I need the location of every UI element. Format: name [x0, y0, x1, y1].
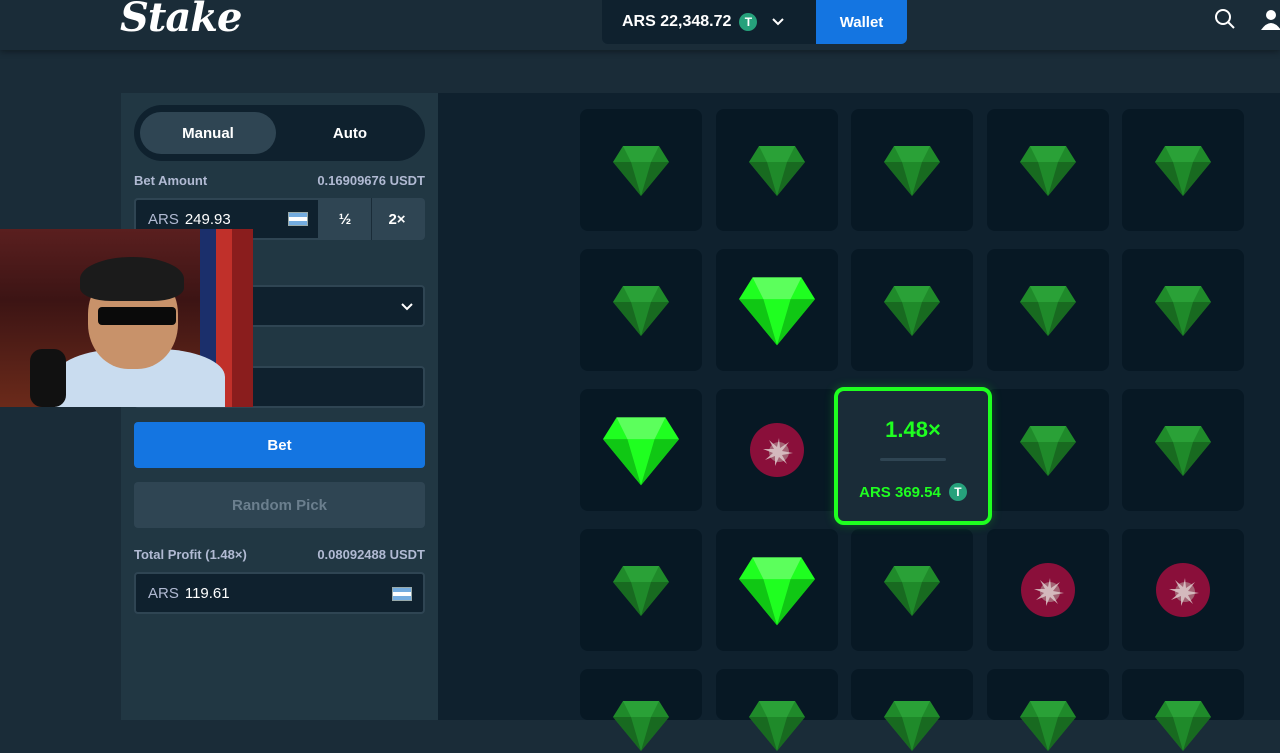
tab-auto[interactable]: Auto	[282, 112, 418, 154]
gem-icon	[613, 566, 669, 616]
bet-amount-usdt: 0.16909676 USDT	[317, 173, 425, 188]
gem-icon	[613, 146, 669, 196]
gem-icon	[613, 286, 669, 336]
mine-tile[interactable]	[851, 669, 973, 751]
gem-icon	[1155, 426, 1211, 476]
gem-icon	[749, 701, 805, 751]
win-multiplier: 1.48×	[885, 417, 941, 442]
mine-tile[interactable]	[851, 249, 973, 371]
wallet-button[interactable]: Wallet	[816, 0, 907, 44]
gem-icon	[1020, 701, 1076, 751]
tab-manual[interactable]: Manual	[140, 112, 276, 154]
win-divider	[880, 458, 946, 461]
double-bet-button[interactable]: 2×	[371, 198, 422, 240]
mine-tile[interactable]	[716, 529, 838, 651]
mine-tile[interactable]	[987, 109, 1109, 231]
webcam-hair	[80, 257, 184, 301]
profit-value: 119.61	[184, 584, 230, 602]
mine-tile[interactable]	[580, 389, 702, 511]
profit-currency: ARS	[148, 584, 179, 602]
mine-tile[interactable]	[716, 669, 838, 751]
balance-selector[interactable]: ARS 22,348.72 T	[602, 0, 816, 44]
mine-tile[interactable]	[716, 389, 838, 511]
mine-tile[interactable]	[716, 109, 838, 231]
balance-amount: ARS 22,348.72	[622, 13, 732, 30]
gem-revealed-icon	[739, 557, 815, 626]
mine-tile[interactable]	[987, 249, 1109, 371]
gem-icon	[613, 701, 669, 751]
stake-logo[interactable]: Stake	[120, 0, 242, 41]
mine-tile[interactable]	[716, 249, 838, 371]
bet-currency: ARS	[148, 210, 179, 228]
mine-tile[interactable]	[1122, 249, 1244, 371]
gem-icon	[1020, 286, 1076, 336]
win-popup: 1.48× ARS 369.54 T	[834, 387, 992, 525]
mine-tile[interactable]	[851, 109, 973, 231]
argentina-flag-icon	[392, 587, 412, 601]
mine-tile[interactable]	[987, 669, 1109, 751]
mine-tile[interactable]	[851, 529, 973, 651]
chevron-down-icon	[772, 18, 785, 26]
mine-explosion-icon	[1021, 563, 1075, 617]
bet-amount-label: Bet Amount	[134, 173, 208, 188]
mode-tabs: Manual Auto	[134, 105, 425, 161]
bet-amount-value: 249.93	[184, 210, 231, 228]
total-profit-field: ARS 119.61	[134, 572, 425, 614]
mine-tile[interactable]	[580, 529, 702, 651]
mine-tile[interactable]	[580, 669, 702, 751]
gem-revealed-icon	[603, 417, 679, 486]
webcam-sunglasses	[98, 307, 176, 325]
streamer-webcam	[0, 229, 253, 407]
total-profit-usdt: 0.08092488 USDT	[317, 547, 425, 562]
bet-button[interactable]: Bet	[134, 422, 425, 468]
gem-icon	[884, 701, 940, 751]
gem-icon	[1155, 701, 1211, 751]
half-bet-button[interactable]: ½	[320, 198, 370, 240]
random-pick-button[interactable]: Random Pick	[134, 482, 425, 528]
gem-icon	[1020, 426, 1076, 476]
win-amount: ARS 369.54	[859, 483, 941, 501]
total-profit-label: Total Profit (1.48×)	[134, 547, 247, 562]
mine-tile[interactable]	[580, 109, 702, 231]
gem-icon	[749, 146, 805, 196]
win-amount-row: ARS 369.54 T	[838, 483, 988, 501]
mine-tile[interactable]	[1122, 109, 1244, 231]
mine-explosion-icon	[750, 423, 804, 477]
gem-revealed-icon	[739, 277, 815, 346]
mine-tile[interactable]	[580, 249, 702, 371]
gem-icon	[1020, 146, 1076, 196]
mine-explosion-icon	[1156, 563, 1210, 617]
argentina-flag-icon	[288, 212, 308, 226]
search-icon[interactable]	[1214, 8, 1236, 30]
mine-tile[interactable]	[987, 529, 1109, 651]
chevron-down-icon	[401, 303, 413, 311]
gem-icon	[884, 566, 940, 616]
total-profit-label-row: Total Profit (1.48×) 0.08092488 USDT	[134, 547, 425, 562]
bet-amount-label-row: Bet Amount 0.16909676 USDT	[134, 173, 425, 188]
microphone-icon	[30, 349, 66, 407]
mine-tile[interactable]	[1122, 529, 1244, 651]
tether-coin-icon: T	[739, 13, 758, 31]
tether-coin-icon: T	[948, 483, 967, 501]
mine-tile[interactable]	[1122, 669, 1244, 751]
mine-tile[interactable]	[1122, 389, 1244, 511]
user-icon[interactable]	[1260, 8, 1280, 30]
gem-icon	[1155, 146, 1211, 196]
mine-tile[interactable]	[987, 389, 1109, 511]
gem-icon	[1155, 286, 1211, 336]
top-header: Stake ARS 22,348.72 T Wallet	[0, 0, 1280, 50]
gem-icon	[884, 146, 940, 196]
gem-icon	[884, 286, 940, 336]
